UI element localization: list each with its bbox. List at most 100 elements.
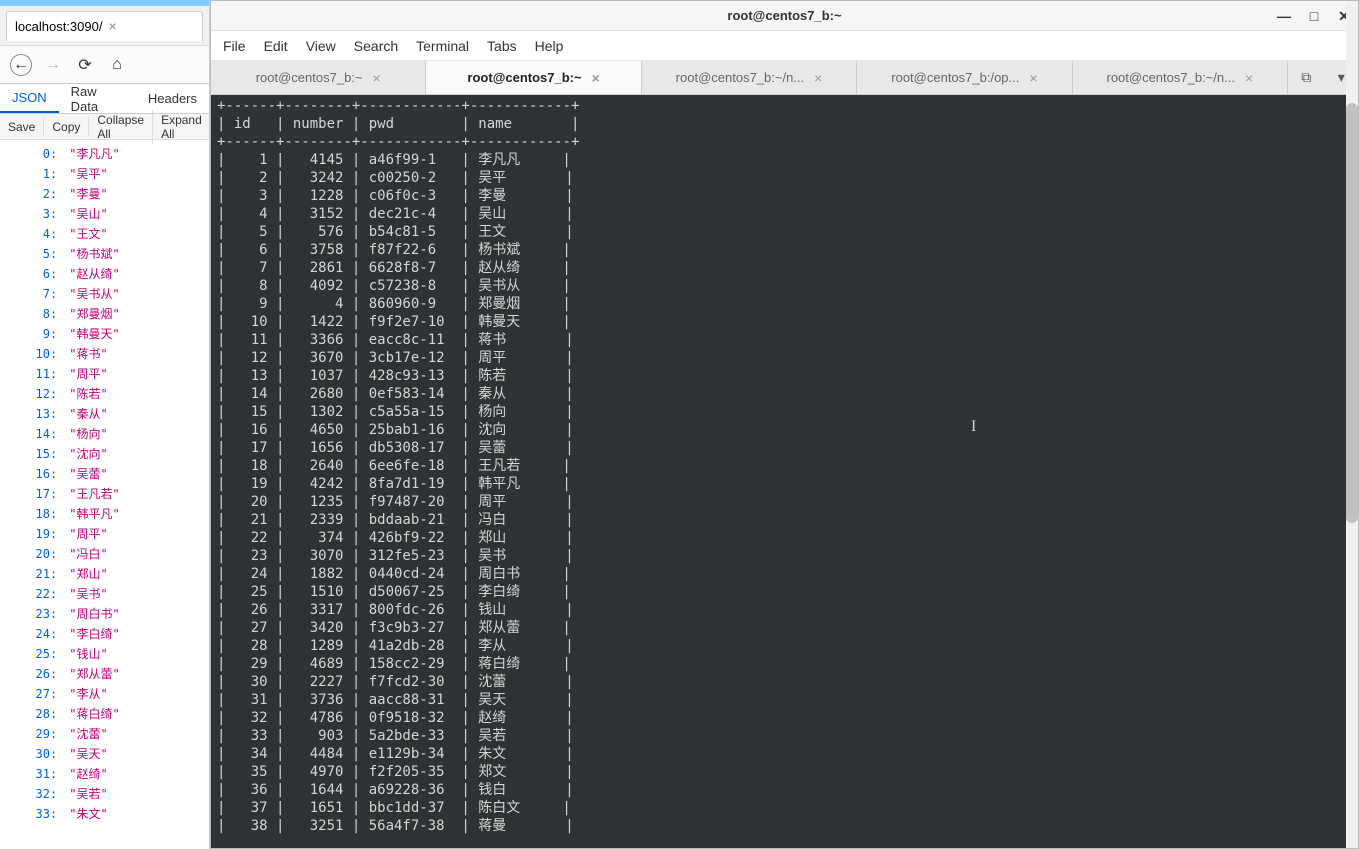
json-row[interactable]: 5:"杨书斌" — [16, 244, 209, 264]
json-value: "吴蕾" — [69, 467, 107, 481]
json-value: "郑从蕾" — [69, 667, 119, 681]
json-row[interactable]: 27:"李从" — [16, 684, 209, 704]
json-row[interactable]: 2:"李曼" — [16, 184, 209, 204]
terminal-tab-4[interactable]: root@centos7_b:~/n...× — [1073, 61, 1288, 94]
window-minimize-button[interactable]: — — [1276, 8, 1292, 24]
menu-search[interactable]: Search — [354, 38, 398, 54]
browser-tab[interactable]: localhost:3090/ × — [6, 11, 203, 41]
json-row[interactable]: 22:"吴书" — [16, 584, 209, 604]
menu-file[interactable]: File — [223, 38, 246, 54]
json-tab-headers[interactable]: Headers — [136, 85, 209, 112]
window-titlebar[interactable]: root@centos7_b:~ — □ ✕ — [211, 1, 1358, 31]
json-row[interactable]: 33:"朱文" — [16, 804, 209, 824]
nav-back-button[interactable]: ← — [10, 54, 32, 76]
json-value: "郑曼烟" — [69, 307, 119, 321]
json-index: 17 — [16, 484, 50, 504]
nav-reload-button[interactable]: ⟳ — [74, 54, 96, 76]
tab-close-icon[interactable]: × — [592, 70, 600, 86]
json-row[interactable]: 6:"赵从绮" — [16, 264, 209, 284]
json-value: "韩曼天" — [69, 327, 119, 341]
json-index: 4 — [16, 224, 50, 244]
json-index: 29 — [16, 724, 50, 744]
json-row[interactable]: 32:"吴若" — [16, 784, 209, 804]
json-action-bar: SaveCopyCollapse AllExpand All — [0, 114, 209, 140]
json-row[interactable]: 15:"沈向" — [16, 444, 209, 464]
json-row[interactable]: 18:"韩平凡" — [16, 504, 209, 524]
json-value: "吴书从" — [69, 287, 119, 301]
json-row[interactable]: 16:"吴蕾" — [16, 464, 209, 484]
terminal-body[interactable]: +------+--------+------------+----------… — [211, 95, 1358, 848]
tab-overflow-icon[interactable]: ⧉ — [1301, 69, 1311, 86]
terminal-tab-label: root@centos7_b:~/n... — [676, 70, 804, 85]
json-value: "李凡凡" — [69, 147, 119, 161]
json-row[interactable]: 19:"周平" — [16, 524, 209, 544]
json-value: "王凡若" — [69, 487, 119, 501]
json-row[interactable]: 21:"郑山" — [16, 564, 209, 584]
json-row[interactable]: 26:"郑从蕾" — [16, 664, 209, 684]
terminal-tab-1[interactable]: root@centos7_b:~× — [426, 61, 641, 94]
json-tab-json[interactable]: JSON — [0, 84, 59, 113]
menu-edit[interactable]: Edit — [264, 38, 288, 54]
json-value: "李曼" — [69, 187, 107, 201]
json-row[interactable]: 8:"郑曼烟" — [16, 304, 209, 324]
json-row[interactable]: 0:"李凡凡" — [16, 144, 209, 164]
json-row[interactable]: 3:"吴山" — [16, 204, 209, 224]
json-value: "周平" — [69, 367, 107, 381]
json-index: 16 — [16, 464, 50, 484]
terminal-tab-0[interactable]: root@centos7_b:~× — [211, 61, 426, 94]
tab-close-icon[interactable]: × — [1245, 70, 1253, 86]
json-action-expand-all[interactable]: Expand All — [153, 110, 211, 144]
json-action-save[interactable]: Save — [0, 117, 44, 137]
menu-terminal[interactable]: Terminal — [416, 38, 469, 54]
json-row[interactable]: 14:"杨向" — [16, 424, 209, 444]
json-value: "韩平凡" — [69, 507, 119, 521]
terminal-menubar: File Edit View Search Terminal Tabs Help — [211, 31, 1358, 61]
json-row[interactable]: 30:"吴天" — [16, 744, 209, 764]
scrollbar-thumb[interactable] — [1346, 103, 1358, 523]
json-action-copy[interactable]: Copy — [44, 117, 89, 137]
terminal-tab-3[interactable]: root@centos7_b:/op...× — [857, 61, 1072, 94]
json-index: 8 — [16, 304, 50, 324]
json-index: 23 — [16, 604, 50, 624]
tab-close-icon[interactable]: × — [373, 70, 381, 86]
json-action-collapse-all[interactable]: Collapse All — [89, 110, 153, 144]
json-value: "沈蕾" — [69, 727, 107, 741]
json-body[interactable]: 0:"李凡凡"1:"吴平"2:"李曼"3:"吴山"4:"王文"5:"杨书斌"6:… — [0, 140, 209, 849]
json-row[interactable]: 25:"钱山" — [16, 644, 209, 664]
json-row[interactable]: 31:"赵绮" — [16, 764, 209, 784]
json-row[interactable]: 11:"周平" — [16, 364, 209, 384]
json-value: "李白绮" — [69, 627, 119, 641]
json-row[interactable]: 29:"沈蕾" — [16, 724, 209, 744]
json-index: 12 — [16, 384, 50, 404]
tab-close-icon[interactable]: × — [1029, 70, 1037, 86]
tab-close-icon[interactable]: × — [108, 18, 116, 34]
json-row[interactable]: 7:"吴书从" — [16, 284, 209, 304]
json-row[interactable]: 13:"秦从" — [16, 404, 209, 424]
json-row[interactable]: 12:"陈若" — [16, 384, 209, 404]
tab-close-icon[interactable]: × — [814, 70, 822, 86]
menu-tabs[interactable]: Tabs — [487, 38, 517, 54]
menu-help[interactable]: Help — [535, 38, 564, 54]
menu-view[interactable]: View — [306, 38, 336, 54]
json-index: 18 — [16, 504, 50, 524]
json-row[interactable]: 20:"冯白" — [16, 544, 209, 564]
json-row[interactable]: 4:"王文" — [16, 224, 209, 244]
json-index: 19 — [16, 524, 50, 544]
json-row[interactable]: 9:"韩曼天" — [16, 324, 209, 344]
json-row[interactable]: 17:"王凡若" — [16, 484, 209, 504]
json-value: "赵绮" — [69, 767, 107, 781]
json-row[interactable]: 28:"蒋白绮" — [16, 704, 209, 724]
json-row[interactable]: 1:"吴平" — [16, 164, 209, 184]
json-row[interactable]: 24:"李白绮" — [16, 624, 209, 644]
json-value: "周白书" — [69, 607, 119, 621]
json-row[interactable]: 23:"周白书" — [16, 604, 209, 624]
window-maximize-button[interactable]: □ — [1306, 8, 1322, 24]
tab-menu-chevron-icon[interactable]: ▾ — [1338, 69, 1345, 86]
nav-forward-button[interactable]: → — [42, 54, 64, 76]
json-value: "朱文" — [69, 807, 107, 821]
json-index: 6 — [16, 264, 50, 284]
terminal-tab-2[interactable]: root@centos7_b:~/n... × — [642, 61, 857, 94]
json-value: "郑山" — [69, 567, 107, 581]
nav-home-button[interactable]: ⌂ — [106, 54, 128, 76]
json-row[interactable]: 10:"蒋书" — [16, 344, 209, 364]
